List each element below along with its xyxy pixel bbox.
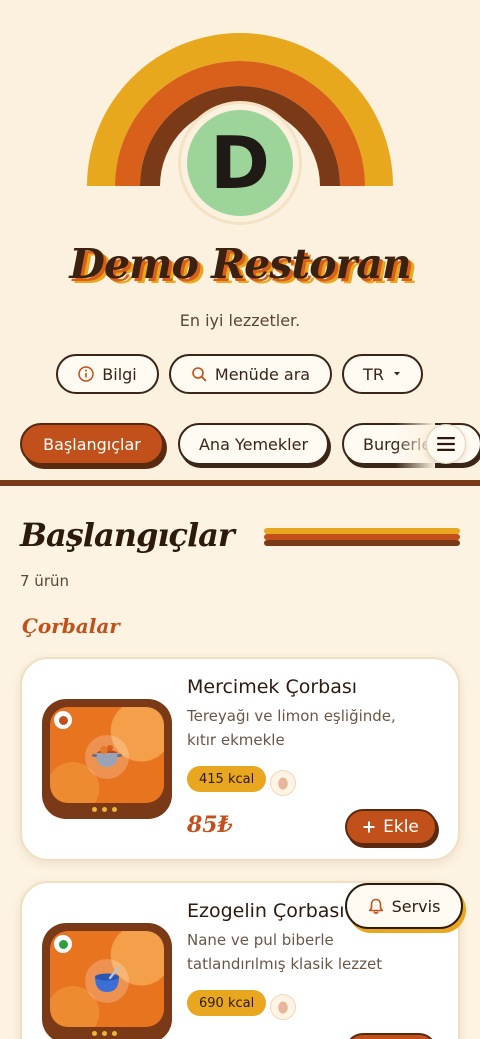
menu-item-description: Nane ve pul biberle tatlandırılmış klasi…	[187, 931, 383, 973]
soup-bowl-icon	[85, 959, 129, 1003]
add-to-cart-button[interactable]: Ekle	[345, 809, 437, 845]
category-tab-baslangiclar[interactable]: Başlangıçlar	[20, 423, 164, 465]
category-tab-label: Ana Yemekler	[198, 434, 309, 454]
category-list-menu-button[interactable]	[426, 424, 466, 464]
category-tab-label: Başlangıçlar	[43, 434, 141, 454]
restaurant-name: Demo Restoran	[69, 240, 411, 288]
diet-indicator	[54, 711, 72, 729]
section-title: Başlangıçlar	[20, 516, 235, 554]
category-tab-ana-yemekler[interactable]: Ana Yemekler	[178, 423, 329, 465]
menu-item-description: Tereyağı ve limon eşliğinde, kıtır ekmek…	[187, 707, 396, 749]
subcategory-title: Çorbalar	[22, 614, 120, 638]
info-button-label: Bilgi	[102, 364, 137, 384]
calorie-badge: 415 kcal	[187, 766, 267, 792]
section-item-count: 7 ürün	[20, 572, 69, 590]
tv-leds	[92, 1031, 117, 1036]
calorie-badge: 690 kcal	[187, 990, 267, 1016]
language-value: TR	[363, 364, 384, 384]
egg-allergen-icon	[270, 770, 296, 796]
section-title-stripes	[264, 528, 460, 546]
menu-search-button[interactable]: Menüde ara	[169, 354, 332, 394]
egg-allergen-icon	[270, 994, 296, 1020]
menu-item-name: Ezogelin Çorbası	[187, 900, 345, 922]
menu-search-label: Menüde ara	[214, 364, 311, 384]
call-service-button[interactable]: Servis	[345, 883, 463, 929]
caret-down-icon	[393, 372, 400, 376]
info-icon	[78, 366, 95, 382]
restaurant-header: D Demo Restoran En iyi lezzetler. Bilgi …	[0, 0, 480, 480]
add-button-label: Ekle	[383, 817, 419, 837]
add-to-cart-button[interactable]	[345, 1033, 437, 1039]
menu-item-image	[42, 923, 172, 1039]
diet-indicator	[54, 935, 72, 953]
tv-leds	[92, 807, 117, 812]
plus-icon	[363, 821, 375, 833]
search-icon	[192, 367, 207, 382]
restaurant-logo: D	[181, 104, 299, 222]
service-button-label: Servis	[391, 896, 441, 916]
logo-letter: D	[210, 121, 270, 205]
soup-pot-icon	[85, 735, 129, 779]
bell-icon	[368, 898, 383, 914]
restaurant-tagline: En iyi lezzetler.	[179, 311, 301, 330]
menu-item-price: 85₺	[187, 812, 233, 838]
menu-item-image	[42, 699, 172, 819]
hamburger-icon	[437, 437, 455, 451]
info-button[interactable]: Bilgi	[56, 354, 159, 394]
language-selector[interactable]: TR	[342, 354, 423, 394]
menu-item-name: Mercimek Çorbası	[187, 676, 358, 698]
